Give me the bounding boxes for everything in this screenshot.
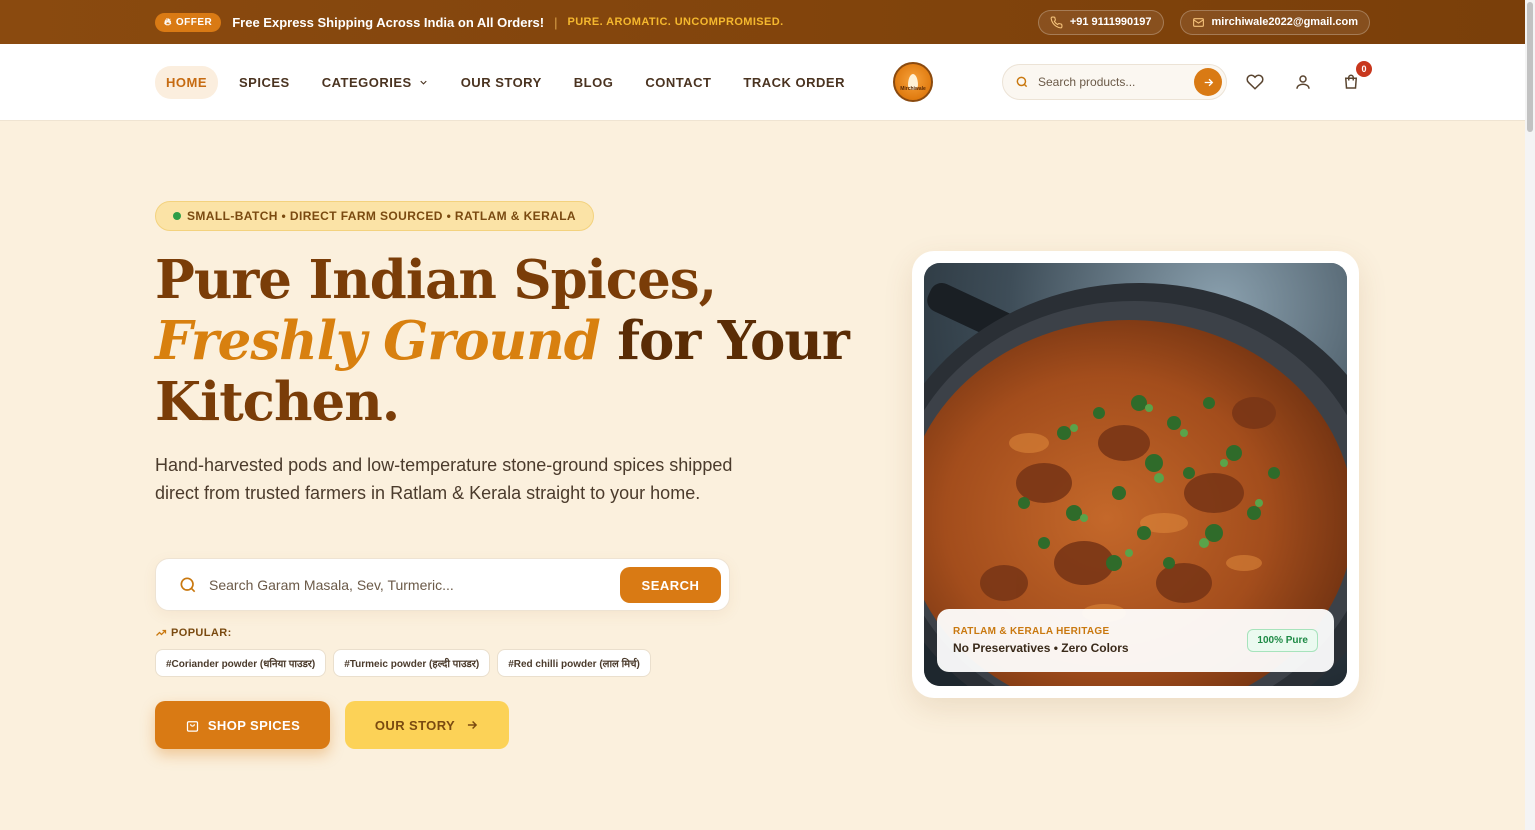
offer-badge: 🔥︎ OFFER [155, 12, 222, 32]
header-search [1002, 64, 1227, 100]
scrollbar-thumb[interactable] [1527, 2, 1533, 132]
heritage-label: RATLAM & KERALA HERITAGE [953, 626, 1110, 637]
nav-categories-label: CATEGORIES [321, 74, 412, 90]
our-story-label: OUR STORY [374, 717, 456, 733]
nav-track-order[interactable]: TRACK ORDER [732, 66, 856, 99]
hero-badge: SMALL-BATCH • DIRECT FARM SOURCED • RATL… [155, 201, 594, 231]
popular-label-text: POPULAR: [171, 627, 232, 639]
main-header: HOME SPICES CATEGORIES OUR STORY BLOG CO… [0, 44, 1525, 121]
shop-spices-label: SHOP SPICES [207, 717, 301, 733]
promo-separator: | [554, 14, 558, 30]
chevron-down-icon [420, 80, 427, 85]
brand-logo[interactable]: Mirchiwale [893, 62, 933, 102]
nav-categories[interactable]: CATEGORIES [311, 66, 440, 99]
header-search-button[interactable] [1194, 68, 1222, 96]
heritage-features: No Preservatives • Zero Colors [953, 641, 1129, 655]
hero-search-button[interactable]: SEARCH [620, 567, 721, 603]
curry-image: RATLAM & KERALA HERITAGE No Preservative… [924, 263, 1347, 686]
promo-bar: 🔥︎ OFFER Free Express Shipping Across In… [0, 0, 1525, 44]
hero-title-line1: Pure Indian Spices, [155, 249, 717, 311]
hero-search-input[interactable] [209, 576, 589, 593]
main-nav: HOME SPICES CATEGORIES OUR STORY BLOG CO… [155, 65, 866, 99]
promo-text: Free Express Shipping Across India on Al… [232, 14, 545, 30]
popular-tags: #Coriander powder (धनिया पाउडर) #Turmeic… [155, 649, 651, 677]
search-icon [1016, 76, 1028, 88]
hero-title: Pure Indian Spices, Freshly Ground for Y… [155, 249, 850, 433]
arrow-right-icon [467, 720, 478, 730]
offer-label: OFFER [175, 16, 213, 28]
page-scrollbar[interactable] [1525, 0, 1535, 830]
hero-search: SEARCH [155, 558, 730, 611]
nav-contact[interactable]: CONTACT [634, 66, 722, 99]
flame-icon: 🔥︎ [164, 16, 172, 28]
nav-our-story[interactable]: OUR STORY [450, 66, 553, 99]
nav-spices[interactable]: SPICES [228, 66, 301, 99]
arrow-right-icon [1204, 78, 1213, 86]
hero-title-line2: for Your [599, 310, 850, 372]
popular-tag[interactable]: #Coriander powder (धनिया पाउडर) [155, 649, 327, 677]
nav-home[interactable]: HOME [155, 65, 218, 99]
hero-image-card: RATLAM & KERALA HERITAGE No Preservative… [912, 251, 1359, 698]
cart-icon[interactable] [1342, 73, 1360, 91]
phone-number: +91 9111990197 [1069, 16, 1152, 28]
trending-up-icon [156, 629, 167, 636]
popular-tag[interactable]: #Turmeic powder (हल्दी पाउडर) [333, 649, 491, 677]
popular-tag[interactable]: #Red chilli powder (लाल मिर्च) [497, 649, 651, 677]
popular-label: POPULAR: [155, 627, 232, 639]
cart-count-badge: 0 [1356, 61, 1372, 77]
hero-badge-text: SMALL-BATCH • DIRECT FARM SOURCED • RATL… [187, 209, 576, 223]
search-icon [180, 577, 196, 592]
status-dot-icon [173, 212, 181, 220]
logo-text: Mirchiwale [900, 86, 926, 92]
hero-subtitle: Hand-harvested pods and low-temperature … [155, 455, 733, 503]
email-address: mirchiwale2022@gmail.com [1211, 16, 1358, 28]
email-link[interactable]: mirchiwale2022@gmail.com [1179, 9, 1370, 35]
heart-icon[interactable] [1246, 73, 1264, 91]
nav-blog[interactable]: BLOG [563, 66, 625, 99]
phone-link[interactable]: +91 9111990197 [1037, 9, 1164, 35]
promo-tagline: PURE. AROMATIC. UNCOMPROMISED. [567, 16, 784, 28]
hero-title-line3: Kitchen. [155, 371, 400, 433]
shopping-bag-icon [186, 720, 198, 732]
shop-spices-button[interactable]: SHOP SPICES [155, 701, 330, 749]
heritage-info-box: RATLAM & KERALA HERITAGE No Preservative… [937, 609, 1334, 672]
mail-icon [1192, 17, 1204, 27]
user-icon[interactable] [1294, 73, 1312, 91]
hero-title-accent: Freshly Ground [155, 310, 601, 372]
header-search-input[interactable] [1038, 75, 1183, 89]
pure-badge: 100% Pure [1247, 629, 1318, 652]
our-story-button[interactable]: OUR STORY [345, 701, 509, 749]
phone-icon [1050, 16, 1063, 28]
